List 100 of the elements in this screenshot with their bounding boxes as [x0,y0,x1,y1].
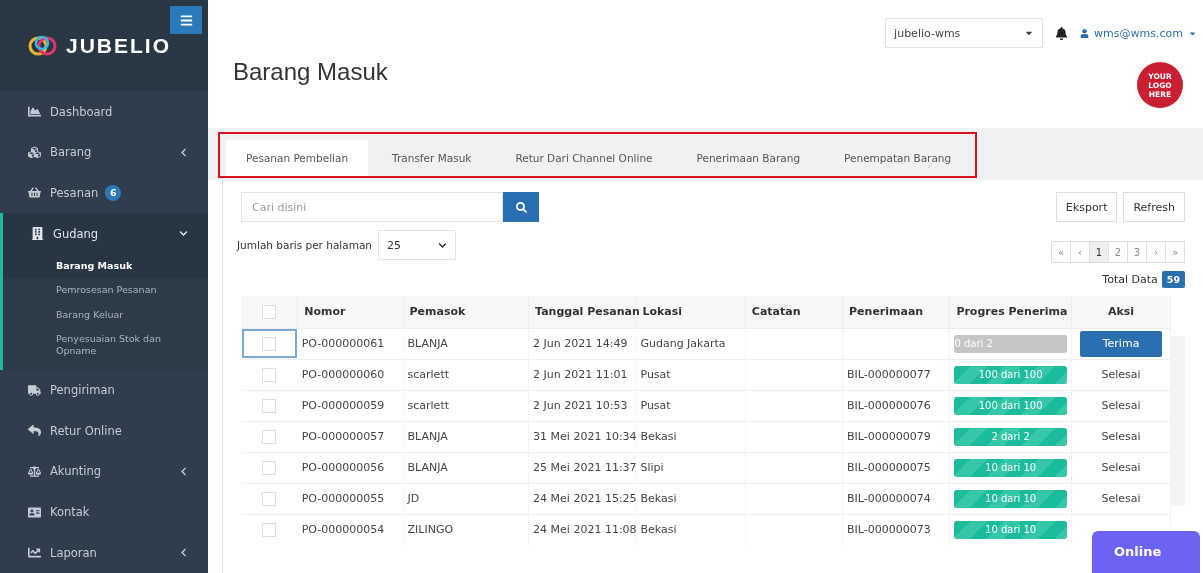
select-all-checkbox[interactable] [262,304,277,319]
table-cell: 2 Jun 2021 14:49 [528,328,636,359]
sidebar-item[interactable]: Pengiriman [0,369,208,411]
table-cell: Bekasi [635,514,746,545]
menu-item-icon [28,546,41,560]
company-select[interactable]: jubelio-wms [885,18,1044,48]
count-badge: 6 [105,184,122,201]
tab[interactable]: Penempatan Barang [824,140,972,176]
column-header: Nomor [297,296,403,328]
row-checkbox[interactable] [262,398,277,413]
action-button[interactable]: Eksport [1055,192,1118,222]
table-cell: BLANJA [403,328,529,359]
progress-bar: 10 dari 10 [954,520,1067,539]
submenu-item[interactable]: Barang Keluar [3,302,208,327]
page-link[interactable]: 1 [1089,241,1109,263]
sidebar-item[interactable]: Kontak [0,491,208,533]
status-text: Selesai [1101,492,1141,505]
table-cell: Bekasi [635,483,746,514]
page-title: Barang Masuk [233,58,388,86]
table-cell: PO-000000061 [297,328,403,359]
page-link[interactable]: 3 [1127,241,1147,263]
page-link[interactable]: › [1146,241,1166,263]
receive-button[interactable]: Terima [1080,330,1163,357]
table-cell: Bekasi [635,421,746,452]
progress-bar: 10 dari 10 [954,458,1067,477]
table-cell: ZILINGO [403,514,529,545]
sidebar-item[interactable]: Barang [0,131,208,173]
table-cell: Gudang Jakarta [635,328,746,359]
row-checkbox[interactable] [262,367,277,382]
menu-icon [179,13,193,27]
table-cell: BIL-000000076 [842,390,950,421]
user-menu[interactable]: wms@wms.com [1080,26,1197,40]
table-cell: BIL-000000074 [842,483,950,514]
table-cell: BIL-000000079 [842,421,950,452]
submenu-item[interactable]: Pemrosesan Pesanan [3,278,208,303]
notification-icon [1055,26,1069,40]
table-cell: Slipi [635,452,746,483]
menu-item-icon [28,383,41,397]
table-cell: BLANJA [403,421,529,452]
menu-item-icon [28,464,41,478]
tab[interactable]: Pesanan Pembelian [226,140,369,176]
table-cell: PO-000000056 [297,452,403,483]
chevron-down-icon [179,229,188,239]
column-header: Catatan [745,296,843,328]
page-link[interactable]: « [1051,241,1071,263]
column-header: Pemasok [403,296,529,328]
table-cell: Pusat [635,359,746,390]
table-cell: scarlett [403,359,529,390]
row-checkbox[interactable] [262,460,277,475]
menu-item-icon [28,505,41,519]
page-link[interactable]: ‹ [1070,241,1090,263]
table-cell: 2 Jun 2021 11:01 [528,359,636,390]
search-field[interactable]: Cari disini [241,192,503,222]
search-button[interactable] [503,192,539,222]
table-cell: PO-000000060 [297,359,403,390]
submenu-item[interactable]: Penyesuaian Stok dan Opname [3,327,208,364]
chevron-left-icon [179,466,188,476]
chevron-left-icon [179,147,188,157]
table-cell: BIL-000000073 [842,514,950,545]
sidebar-item[interactable]: Pesanan 6 [0,172,208,214]
action-button[interactable]: Refresh [1123,192,1185,222]
menu-item-icon [28,105,41,119]
sidebar-item[interactable]: Dashboard [0,91,208,132]
sidebar-item[interactable]: Laporan [0,532,208,573]
sidebar-item[interactable]: Retur Online [0,410,208,451]
progress-bar: 100 dari 100 [954,396,1067,415]
page-link[interactable]: 2 [1108,241,1128,263]
page-size-select[interactable]: 25 [378,230,456,260]
sidebar-item[interactable]: Akunting [0,451,208,492]
tab[interactable]: Transfer Masuk [372,140,492,176]
status-text: Selesai [1101,399,1141,412]
table-cell: BLANJA [403,452,529,483]
sidebar-item[interactable]: Gudang [0,213,208,254]
chevron-down-icon [438,240,447,250]
tab[interactable]: Retur Dari Channel Online [495,140,673,176]
table-cell: BIL-000000075 [842,452,950,483]
logo-icon [28,34,58,57]
table-cell: 24 Mei 2021 11:08 [528,514,636,545]
table-cell: BIL-000000077 [842,359,950,390]
total-count: 59 [1161,271,1185,288]
table-cell: 25 Mei 2021 11:37 [528,452,636,483]
column-header: Penerimaan [842,296,950,328]
menu-item-icon [28,186,41,200]
user-icon [1080,28,1090,38]
row-checkbox[interactable] [262,491,277,506]
menu-button[interactable] [170,6,202,34]
row-checkbox[interactable] [262,429,277,444]
column-header: Aksi [1071,296,1171,328]
table-cell: Pusat [635,390,746,421]
submenu-item[interactable]: Barang Masuk [3,253,208,279]
status-text: Selesai [1101,461,1141,474]
row-checkbox[interactable] [262,336,277,351]
menu-item-icon [28,145,41,159]
table-cell: scarlett [403,390,529,421]
row-checkbox[interactable] [262,522,277,537]
tab[interactable]: Penerimaan Barang [676,140,821,176]
status-text: Selesai [1101,368,1141,381]
page-link[interactable]: » [1165,241,1185,263]
chat-button[interactable]: Online [1092,531,1200,573]
menu-item-icon [28,424,41,438]
